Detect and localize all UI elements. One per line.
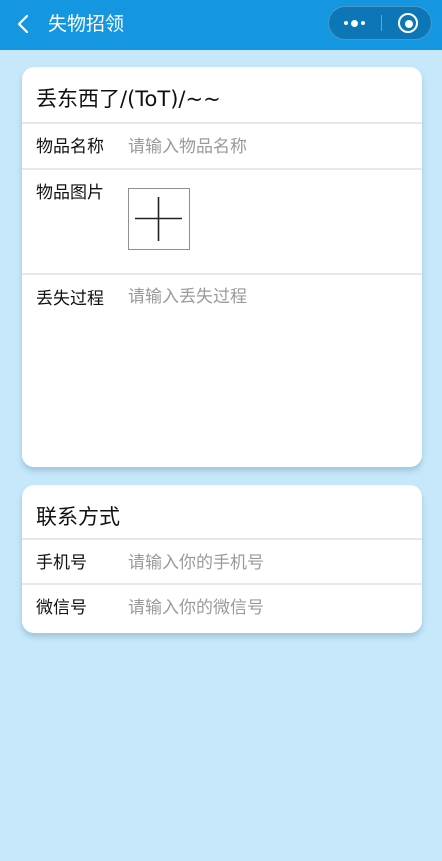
item-image-label: 物品图片 (36, 183, 104, 203)
contact-card-title: 联系方式 (36, 505, 120, 529)
mini-program-capsule (328, 6, 432, 40)
divider (22, 122, 422, 124)
divider (22, 273, 422, 275)
item-name-input[interactable] (128, 134, 408, 160)
chevron-left-icon (17, 14, 29, 34)
divider (22, 538, 422, 540)
target-circle-dot (404, 19, 413, 28)
plus-icon (135, 197, 182, 241)
phone-label: 手机号 (36, 553, 87, 573)
lost-item-card: 丢东西了/(ToT)/~~ 物品名称 物品图片 丢失过程 (22, 67, 422, 467)
close-mini-program-button[interactable] (382, 7, 432, 39)
lost-card-title: 丢东西了/(ToT)/~~ (36, 87, 221, 111)
image-upload-button[interactable] (128, 188, 190, 250)
divider (22, 583, 422, 585)
more-dot-center (351, 19, 358, 27)
more-dots-icon (344, 21, 348, 25)
contact-card: 联系方式 手机号 微信号 (22, 485, 422, 633)
back-button[interactable] (12, 10, 38, 38)
divider (22, 168, 422, 170)
item-name-label: 物品名称 (36, 137, 104, 157)
wechat-label: 微信号 (36, 598, 87, 618)
loss-process-textarea[interactable] (128, 285, 408, 435)
top-navbar: 失物招领 (0, 0, 442, 50)
wechat-input[interactable] (128, 595, 408, 621)
page-title: 失物招领 (48, 13, 125, 35)
more-button[interactable] (329, 7, 381, 39)
loss-process-label: 丢失过程 (36, 289, 104, 309)
phone-input[interactable] (128, 550, 408, 576)
more-dot-right (361, 21, 365, 25)
